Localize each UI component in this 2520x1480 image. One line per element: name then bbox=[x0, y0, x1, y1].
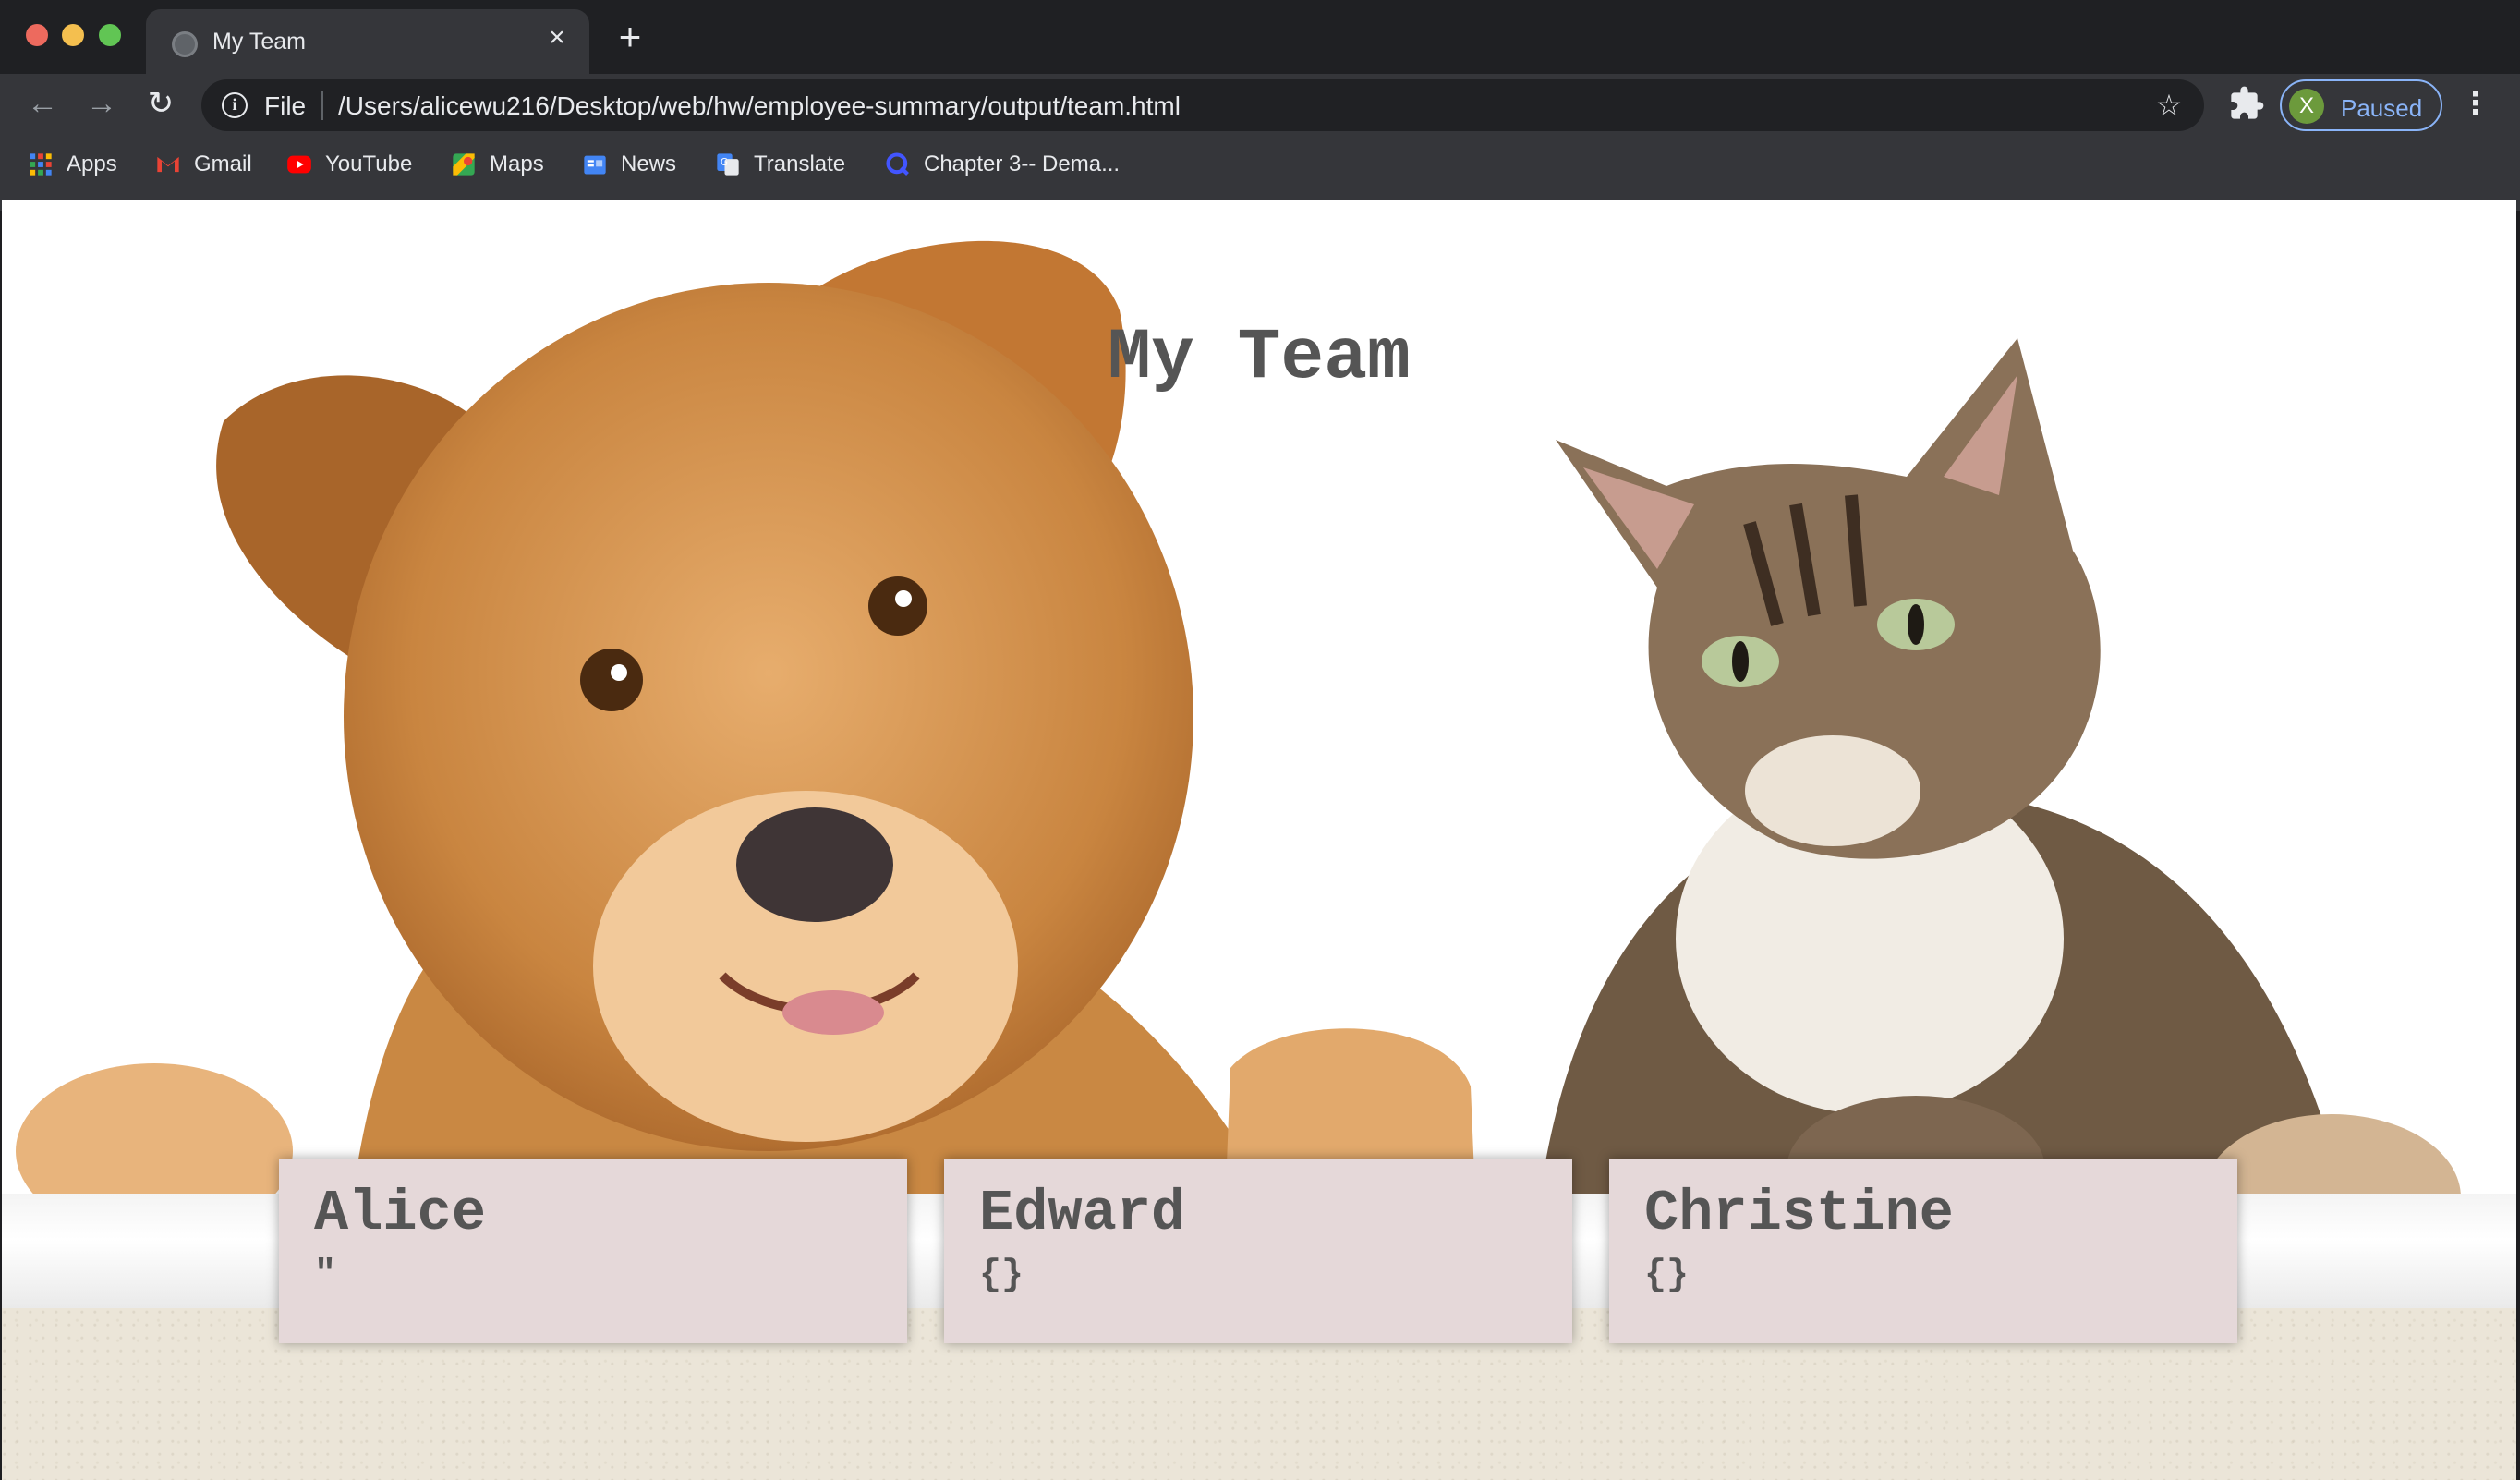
address-scheme-label: File bbox=[264, 91, 307, 120]
tab-my-team[interactable]: My Team × bbox=[146, 9, 589, 74]
hero-image: My Team bbox=[2, 200, 2516, 1308]
bookmarks-bar: Apps Gmail YouTube Maps News G Translate bbox=[0, 144, 2520, 185]
maximize-window-button[interactable] bbox=[99, 24, 121, 46]
news-icon bbox=[584, 155, 606, 175]
bookmark-news[interactable]: News bbox=[582, 144, 676, 185]
bookmark-youtube[interactable]: YouTube bbox=[286, 144, 412, 185]
address-divider bbox=[321, 91, 323, 120]
maps-icon bbox=[453, 153, 475, 176]
quizlet-icon bbox=[886, 152, 909, 176]
employee-role-partial: {} bbox=[1644, 1255, 1690, 1296]
info-icon[interactable]: i bbox=[222, 92, 248, 118]
translate-icon: G bbox=[717, 153, 739, 176]
reload-icon[interactable]: ↻ bbox=[140, 83, 181, 124]
bookmark-apps[interactable]: Apps bbox=[28, 144, 117, 185]
bookmark-label: YouTube bbox=[325, 152, 413, 176]
close-tab-icon[interactable]: × bbox=[541, 22, 573, 54]
bookmark-label: Maps bbox=[490, 152, 544, 176]
employee-name: Christine bbox=[1644, 1181, 1954, 1246]
bookmark-translate[interactable]: G Translate bbox=[715, 144, 845, 185]
bookmark-star-icon[interactable]: ☆ bbox=[2150, 87, 2187, 124]
address-bar[interactable]: i File /Users/alicewu216/Desktop/web/hw/… bbox=[201, 79, 2204, 131]
youtube-icon bbox=[287, 155, 311, 174]
globe-icon bbox=[172, 31, 198, 57]
tab-title: My Team bbox=[212, 29, 306, 55]
gmail-icon bbox=[157, 156, 179, 173]
bookmark-label: Chapter 3-- Dema... bbox=[924, 152, 1121, 176]
minimize-window-button[interactable] bbox=[62, 24, 84, 46]
profile-status: Paused bbox=[2341, 94, 2423, 122]
employee-role-partial: {} bbox=[979, 1255, 1024, 1296]
back-arrow-icon[interactable]: ← bbox=[22, 83, 63, 124]
avatar: X bbox=[2289, 89, 2324, 124]
bookmark-label: Gmail bbox=[194, 152, 252, 176]
profile-button[interactable]: X Paused bbox=[2280, 79, 2442, 131]
page-title: My Team bbox=[1108, 318, 1411, 399]
bookmark-chapter-3[interactable]: Chapter 3-- Dema... bbox=[885, 144, 1120, 185]
employee-card-christine: Christine {} bbox=[1609, 1159, 2237, 1343]
employee-name: Alice bbox=[314, 1181, 487, 1246]
bookmark-gmail[interactable]: Gmail bbox=[155, 144, 252, 185]
employee-card-alice: Alice " bbox=[279, 1159, 907, 1343]
bookmark-label: Apps bbox=[67, 152, 117, 176]
bookmark-label: News bbox=[621, 152, 677, 176]
forward-arrow-icon[interactable]: → bbox=[81, 83, 122, 124]
apps-grid-icon bbox=[30, 153, 52, 176]
close-window-button[interactable] bbox=[26, 24, 48, 46]
tab-strip: My Team × + bbox=[0, 0, 2520, 74]
kebab-menu-icon[interactable]: ⋮ bbox=[2457, 85, 2494, 122]
bookmark-maps[interactable]: Maps bbox=[451, 144, 544, 185]
employee-name: Edward bbox=[979, 1181, 1186, 1246]
new-tab-button[interactable]: + bbox=[612, 18, 648, 56]
address-url[interactable]: /Users/alicewu216/Desktop/web/hw/employe… bbox=[338, 91, 1181, 121]
employee-card-edward: Edward {} bbox=[944, 1159, 1572, 1343]
extensions-puzzle-icon[interactable] bbox=[2228, 85, 2265, 122]
bookmark-label: Translate bbox=[754, 152, 846, 176]
svg-text:G: G bbox=[721, 157, 728, 168]
employee-role-partial: " bbox=[314, 1255, 337, 1296]
